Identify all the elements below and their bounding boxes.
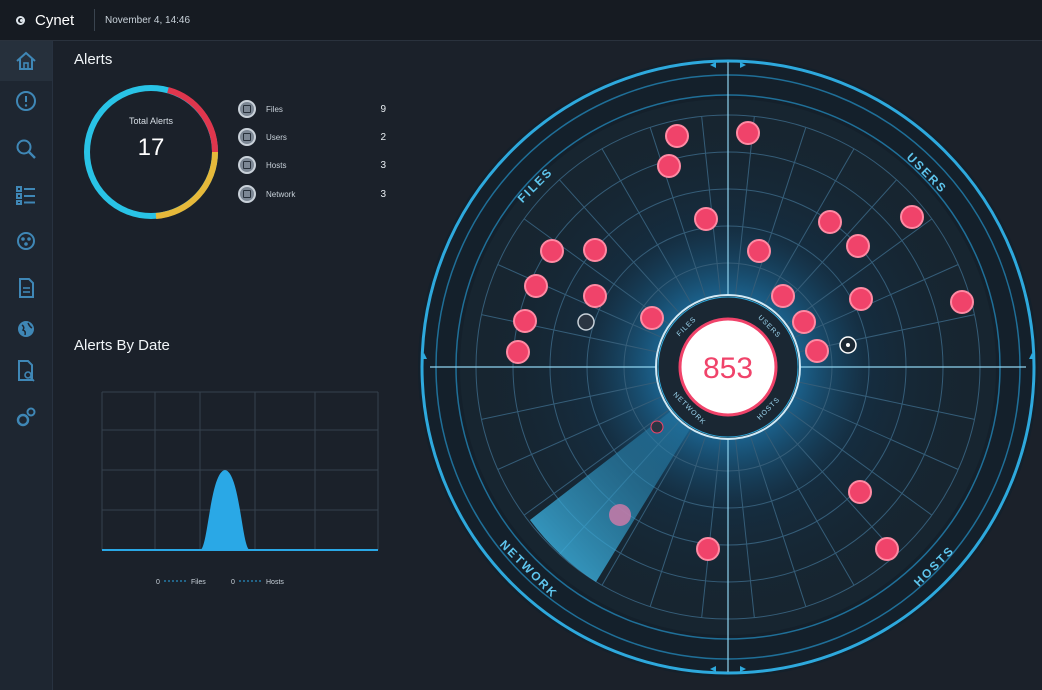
sidebar-item-virus[interactable] <box>0 221 52 261</box>
radar-alert-dot[interactable] <box>900 205 924 229</box>
sidebar-item-search[interactable] <box>0 129 52 169</box>
settings-icon <box>16 407 36 427</box>
radar-alert-dot[interactable] <box>583 238 607 262</box>
radar-alert-dot[interactable] <box>818 210 842 234</box>
list-icon <box>16 186 35 205</box>
radar-alert-dot[interactable] <box>875 537 899 561</box>
search-icon <box>16 139 36 159</box>
donut-center: Total Alerts 17 <box>80 116 222 162</box>
total-alerts-value: 17 <box>137 134 165 161</box>
sidebar-item-settings[interactable] <box>0 397 52 437</box>
globe-icon <box>18 321 34 337</box>
radar-alert-dot-faded[interactable] <box>609 504 631 526</box>
legend-count: 2 <box>380 131 386 143</box>
radar-alert-dot[interactable] <box>950 290 974 314</box>
alerts-by-date-chart: 0 Files 0 Hosts <box>101 391 379 586</box>
legend-item-files[interactable]: Files 9 <box>238 97 388 121</box>
divider <box>94 9 95 31</box>
legend-label: Network <box>266 189 296 199</box>
radar-alert-dot[interactable] <box>657 154 681 178</box>
legend-marker: 0 <box>156 579 160 586</box>
chart-legend: 0 Files 0 Hosts <box>156 579 284 586</box>
radar-alert-dot[interactable] <box>583 284 607 308</box>
radar-alert-dot[interactable] <box>736 121 760 145</box>
radar-marker-icon[interactable] <box>577 313 595 331</box>
radar-alert-dot[interactable] <box>771 284 795 308</box>
legend-item-users[interactable]: Users 2 <box>238 125 388 149</box>
radar-alert-dot[interactable] <box>694 207 718 231</box>
home-icon <box>16 51 36 70</box>
sidebar-item-document[interactable] <box>0 268 52 308</box>
sidebar-item-alerts[interactable] <box>0 81 52 121</box>
legend-label: Files <box>266 104 283 114</box>
app-name: Cynet <box>35 11 75 29</box>
legend-count: 9 <box>380 103 386 115</box>
sidebar-item-home[interactable] <box>0 41 52 81</box>
legend-label: Files <box>191 579 206 586</box>
total-alerts-label: Total Alerts <box>128 116 174 126</box>
legend-label: Users <box>266 132 287 142</box>
legend-marker: 0 <box>231 579 235 586</box>
legend-label: Hosts <box>266 579 284 586</box>
radar-alert-dot[interactable] <box>513 309 537 333</box>
radar-alert-dot[interactable] <box>805 339 829 363</box>
sidebar-item-globe[interactable] <box>0 309 52 349</box>
legend-label: Hosts <box>266 160 287 170</box>
radar-marker-dot <box>846 343 850 347</box>
hosts-icon <box>238 156 256 174</box>
legend-count: 3 <box>380 159 386 171</box>
legend-item-network[interactable]: Network 3 <box>238 182 388 206</box>
radar-alert-dot[interactable] <box>849 287 873 311</box>
datetime: November 4, 14:46 <box>105 14 191 26</box>
legend-count: 3 <box>380 188 386 200</box>
cynet-logo-icon <box>16 15 25 25</box>
top-bar: Cynet November 4, 14:46 <box>0 0 1042 41</box>
alert-icon <box>16 91 36 111</box>
sidebar <box>0 41 53 690</box>
users-icon <box>238 128 256 146</box>
sidebar-item-file-search[interactable] <box>0 351 52 391</box>
radar-alert-dot[interactable] <box>665 124 689 148</box>
radar-alert-dot[interactable] <box>792 310 816 334</box>
alerts-title: Alerts <box>74 51 113 68</box>
files-icon <box>238 100 256 118</box>
network-icon <box>238 185 256 203</box>
radar-alert-dot[interactable] <box>696 537 720 561</box>
logo[interactable]: Cynet <box>0 12 94 29</box>
virus-icon <box>17 232 35 250</box>
alerts-by-date-title: Alerts By Date <box>74 337 170 354</box>
threat-radar: FILES USERS NETWORK HOSTS FILES USERS NE… <box>418 57 1038 677</box>
radar-alert-dot[interactable] <box>640 306 664 330</box>
file-search-icon <box>18 360 35 382</box>
document-icon <box>19 278 34 298</box>
radar-marker-icon[interactable] <box>650 420 664 434</box>
radar-alert-dot[interactable] <box>848 480 872 504</box>
radar-alert-dot[interactable] <box>506 340 530 364</box>
radar-alert-dot[interactable] <box>540 239 564 263</box>
radar-alert-dot[interactable] <box>846 234 870 258</box>
radar-center-value: 853 <box>703 352 753 385</box>
sidebar-item-list[interactable] <box>0 175 52 215</box>
legend-item-hosts[interactable]: Hosts 3 <box>238 153 388 177</box>
radar-alert-dot[interactable] <box>524 274 548 298</box>
radar-alert-dot[interactable] <box>747 239 771 263</box>
